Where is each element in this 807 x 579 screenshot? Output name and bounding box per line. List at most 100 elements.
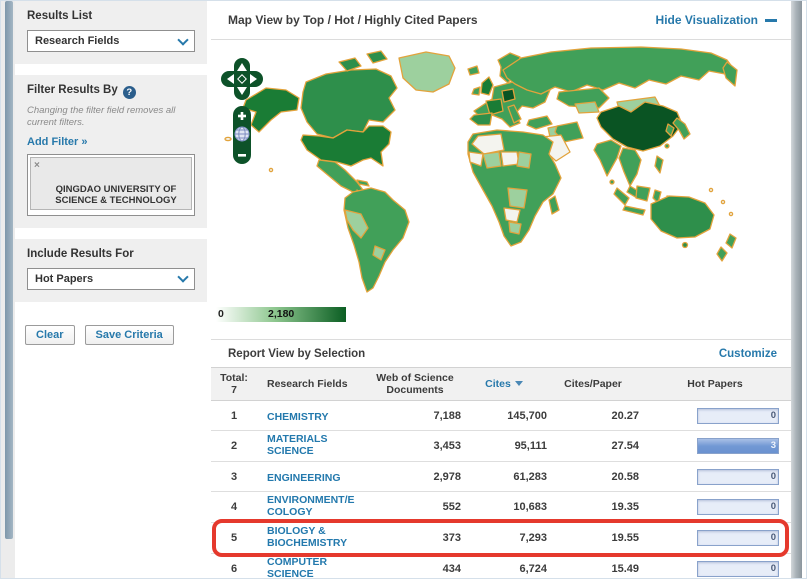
country-turkey xyxy=(527,116,552,129)
country-australia xyxy=(651,196,714,238)
country-india xyxy=(594,140,621,176)
field-link[interactable]: ENVIRONMENT/E COLOGY xyxy=(267,494,355,518)
column-header-cites-per-paper: Cites/Paper xyxy=(547,378,639,390)
report-view-header: Report View by Selection Customize xyxy=(211,340,791,367)
field-link[interactable]: COMPUTER SCIENCE xyxy=(267,556,327,579)
clear-button[interactable]: Clear xyxy=(25,325,75,345)
country-niger xyxy=(501,152,519,166)
table-row: 4 ENVIRONMENT/E COLOGY 552 10,683 19.35 … xyxy=(211,492,791,523)
total-value: 7 xyxy=(211,384,257,396)
country-greenland xyxy=(399,52,455,92)
collapse-minus-icon xyxy=(765,19,777,22)
pacific-island xyxy=(709,188,712,191)
hot-papers-bar: 0 xyxy=(697,469,779,485)
cites-cell: 145,700 xyxy=(461,410,547,422)
map-view-header: Map View by Top / Hot / Highly Cited Pap… xyxy=(211,1,791,40)
country-uk xyxy=(481,77,493,95)
customize-link[interactable]: Customize xyxy=(719,348,777,360)
country-philippines xyxy=(655,156,663,173)
column-header-hot-papers: Hot Papers xyxy=(639,378,791,390)
country-java xyxy=(623,206,645,215)
column-header-documents: Web of Science Documents xyxy=(369,372,461,396)
sidebar: Results List Research Fields Filter Resu… xyxy=(15,1,207,357)
rank-cell: 1 xyxy=(211,410,257,422)
country-germany xyxy=(502,89,515,102)
sidebar-buttons: Clear Save Criteria xyxy=(15,313,207,357)
right-scrollbar[interactable] xyxy=(791,1,802,578)
hot-papers-value: 0 xyxy=(771,501,776,512)
rank-cell: 5 xyxy=(211,532,257,544)
field-link[interactable]: MATERIALS SCIENCE xyxy=(267,433,327,457)
legend-max-value: 2,180 xyxy=(268,308,294,320)
hot-papers-bar: 0 xyxy=(697,408,779,424)
results-list-label: Results List xyxy=(27,10,195,22)
results-list-select[interactable]: Research Fields xyxy=(27,30,195,52)
cites-cell: 7,293 xyxy=(461,532,547,544)
include-results-section: Include Results For Hot Papers xyxy=(15,239,207,302)
table-row-highlighted: 5 BIOLOGY & BIOCHEMISTRY 373 7,293 19.55… xyxy=(211,523,791,554)
hawaii xyxy=(269,168,272,171)
cites-cell: 10,683 xyxy=(461,501,547,513)
country-drc xyxy=(508,188,527,208)
country-namibia xyxy=(509,222,521,234)
kamchatka xyxy=(723,62,737,86)
column-header-total: Total: 7 xyxy=(211,372,257,396)
country-mali xyxy=(483,152,501,168)
arctic-island xyxy=(339,58,361,71)
central-asia xyxy=(575,102,599,113)
country-sumatra xyxy=(614,188,629,205)
column-header-cites[interactable]: Cites xyxy=(461,378,547,390)
country-spain xyxy=(470,113,492,125)
legend-min-value: 0 xyxy=(218,308,224,320)
table-row: 1 CHEMISTRY 7,188 145,700 20.27 0 xyxy=(211,401,791,431)
country-mexico xyxy=(317,160,363,192)
arctic-island xyxy=(367,51,387,63)
left-scrollbar-thumb[interactable] xyxy=(5,1,13,539)
sort-descending-icon xyxy=(515,381,523,386)
pacific-island xyxy=(729,212,732,215)
country-angola xyxy=(504,208,520,222)
country-ireland xyxy=(472,87,480,95)
map-view-title: Map View by Top / Hot / Highly Cited Pap… xyxy=(228,13,478,27)
help-icon[interactable]: ? xyxy=(123,86,136,99)
cites-per-paper-cell: 20.58 xyxy=(547,471,639,483)
active-filters-box: × QINGDAO UNIVERSITY OF SCIENCE & TECHNO… xyxy=(27,154,195,216)
add-filter-link[interactable]: Add Filter » xyxy=(27,136,88,148)
cites-per-paper-cell: 19.35 xyxy=(547,501,639,513)
world-choropleth-map xyxy=(211,40,791,305)
zoom-in-icon xyxy=(241,112,244,120)
chevron-down-icon xyxy=(177,272,188,283)
hot-papers-bar: 0 xyxy=(697,530,779,546)
country-sri-lanka xyxy=(610,180,614,184)
pan-control xyxy=(221,58,263,100)
table-row: 3 ENGINEERING 2,978 61,283 20.58 0 xyxy=(211,462,791,492)
field-link[interactable]: BIOLOGY & BIOCHEMISTRY xyxy=(267,525,347,549)
cites-per-paper-cell: 15.49 xyxy=(547,563,639,575)
save-criteria-button[interactable]: Save Criteria xyxy=(85,325,174,345)
country-borneo xyxy=(636,186,650,201)
documents-cell: 2,978 xyxy=(369,471,461,483)
documents-cell: 7,188 xyxy=(369,410,461,422)
rank-cell: 4 xyxy=(211,501,257,513)
map-color-legend: 0 2,180 xyxy=(216,307,346,322)
pacific-island xyxy=(721,200,724,203)
remove-filter-icon[interactable]: × xyxy=(34,160,40,173)
rank-cell: 6 xyxy=(211,563,257,575)
country-iceland xyxy=(468,66,479,75)
field-link[interactable]: CHEMISTRY xyxy=(267,411,328,423)
include-results-select[interactable]: Hot Papers xyxy=(27,268,195,290)
table-row: 6 COMPUTER SCIENCE 434 6,724 15.49 0 xyxy=(211,554,791,579)
main-panel: Map View by Top / Hot / Highly Cited Pap… xyxy=(211,1,791,578)
hide-visualization-link[interactable]: Hide Visualization xyxy=(656,13,777,27)
cites-per-paper-cell: 19.55 xyxy=(547,532,639,544)
hot-papers-bar: 0 xyxy=(697,499,779,515)
zoom-out-icon xyxy=(238,154,246,157)
map-pan-zoom-controls[interactable] xyxy=(221,56,265,168)
hot-papers-value: 0 xyxy=(771,471,776,482)
filter-note: Changing the filter field removes all cu… xyxy=(27,105,195,129)
cites-cell: 95,111 xyxy=(461,440,547,452)
hot-papers-bar: 3 xyxy=(697,438,779,454)
filter-tag-label: QINGDAO UNIVERSITY OF SCIENCE & TECHNOLO… xyxy=(55,184,176,207)
include-results-value: Hot Papers xyxy=(35,273,93,285)
field-link[interactable]: ENGINEERING xyxy=(267,472,341,484)
